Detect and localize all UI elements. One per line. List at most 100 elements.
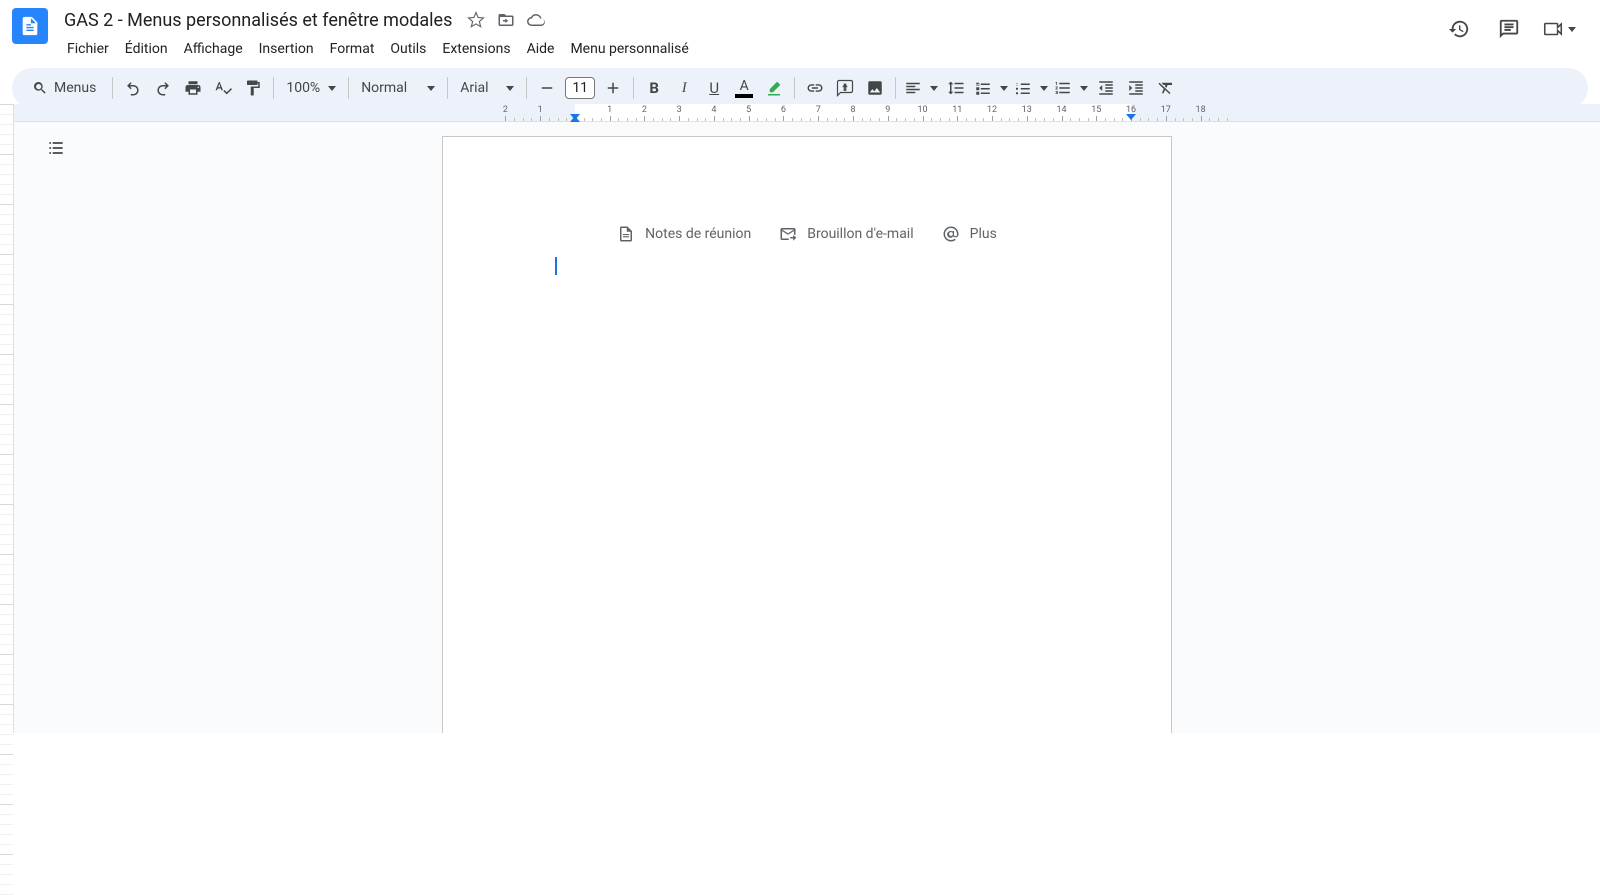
chip-more-label: Plus bbox=[970, 226, 997, 242]
ruler-number: 1 bbox=[538, 105, 543, 115]
line-spacing-icon[interactable] bbox=[942, 74, 970, 102]
title-row: GAS 2 - Menus personnalisés et fenêtre m… bbox=[60, 8, 1588, 32]
document-area[interactable]: 21123456789101112131415161718 Notes de r… bbox=[14, 104, 1600, 733]
menu-insertion[interactable]: Insertion bbox=[252, 36, 321, 62]
chevron-down-icon bbox=[1568, 27, 1576, 32]
video-call-icon[interactable] bbox=[1542, 12, 1576, 46]
search-icon bbox=[32, 80, 48, 96]
ruler-number: 17 bbox=[1161, 105, 1171, 115]
bullet-list-combo[interactable] bbox=[1012, 74, 1050, 102]
menu-fichier[interactable]: Fichier bbox=[60, 36, 116, 62]
redo-icon[interactable] bbox=[149, 74, 177, 102]
indent-right-marker[interactable] bbox=[1126, 114, 1136, 120]
chip-meeting-notes[interactable]: Notes de réunion bbox=[617, 225, 751, 243]
ruler-number: 6 bbox=[781, 105, 786, 115]
horizontal-ruler[interactable]: 21123456789101112131415161718 bbox=[14, 104, 1600, 122]
ruler-number: 10 bbox=[917, 105, 927, 115]
chip-email-draft[interactable]: Brouillon d'e-mail bbox=[779, 225, 913, 243]
menu-outils[interactable]: Outils bbox=[383, 36, 433, 62]
ruler-number: 2 bbox=[503, 105, 508, 115]
comment-icon[interactable] bbox=[1492, 12, 1526, 46]
vertical-ruler bbox=[0, 104, 14, 733]
print-icon[interactable] bbox=[179, 74, 207, 102]
docs-logo[interactable] bbox=[12, 8, 48, 44]
chevron-down-icon bbox=[930, 86, 938, 91]
paint-format-icon[interactable] bbox=[239, 74, 267, 102]
toolbar-search-label: Menus bbox=[54, 80, 96, 96]
font-size-increase[interactable] bbox=[599, 74, 627, 102]
chip-email-draft-label: Brouillon d'e-mail bbox=[807, 226, 913, 242]
separator bbox=[273, 77, 274, 99]
menu-aide[interactable]: Aide bbox=[520, 36, 562, 62]
italic-icon[interactable]: I bbox=[670, 74, 698, 102]
clear-format-icon[interactable] bbox=[1152, 74, 1180, 102]
chip-more[interactable]: Plus bbox=[942, 225, 997, 243]
image-icon[interactable] bbox=[861, 74, 889, 102]
at-mention-icon bbox=[942, 225, 960, 243]
text-color-icon[interactable]: A bbox=[730, 74, 758, 102]
font-size-input[interactable] bbox=[565, 77, 595, 99]
ruler-number: 2 bbox=[642, 105, 647, 115]
header-right-actions bbox=[1442, 12, 1588, 46]
separator bbox=[794, 77, 795, 99]
add-comment-icon[interactable] bbox=[831, 74, 859, 102]
font-combo[interactable]: Arial bbox=[454, 74, 520, 102]
ruler-number: 12 bbox=[987, 105, 997, 115]
bold-icon[interactable]: B bbox=[640, 74, 668, 102]
separator bbox=[348, 77, 349, 99]
chevron-down-icon bbox=[1080, 86, 1088, 91]
chevron-down-icon bbox=[427, 86, 435, 91]
ruler-number: 4 bbox=[711, 105, 716, 115]
separator bbox=[526, 77, 527, 99]
underline-icon[interactable]: U bbox=[700, 74, 728, 102]
ruler-number: 9 bbox=[885, 105, 890, 115]
separator bbox=[112, 77, 113, 99]
undo-icon[interactable] bbox=[119, 74, 147, 102]
font-size-decrease[interactable] bbox=[533, 74, 561, 102]
ruler-number: 7 bbox=[816, 105, 821, 115]
highlight-icon[interactable] bbox=[760, 74, 788, 102]
separator bbox=[447, 77, 448, 99]
font-value: Arial bbox=[460, 80, 488, 96]
align-combo[interactable] bbox=[902, 74, 940, 102]
mail-draft-icon bbox=[779, 225, 797, 243]
ruler-number: 18 bbox=[1196, 105, 1206, 115]
zoom-combo[interactable]: 100% bbox=[280, 74, 342, 102]
cloud-saved-icon[interactable] bbox=[526, 10, 546, 30]
ruler-number: 15 bbox=[1091, 105, 1101, 115]
chip-meeting-notes-label: Notes de réunion bbox=[645, 226, 751, 242]
separator bbox=[895, 77, 896, 99]
chevron-down-icon bbox=[1040, 86, 1048, 91]
checklist-combo[interactable] bbox=[972, 74, 1010, 102]
menubar: Fichier Édition Affichage Insertion Form… bbox=[60, 36, 1588, 62]
history-icon[interactable] bbox=[1442, 12, 1476, 46]
style-value: Normal bbox=[361, 80, 407, 96]
document-outline-icon[interactable] bbox=[40, 132, 72, 164]
page[interactable]: Notes de réunion Brouillon d'e-mail Plus bbox=[442, 136, 1172, 733]
spellcheck-icon[interactable] bbox=[209, 74, 237, 102]
star-icon[interactable] bbox=[466, 10, 486, 30]
move-folder-icon[interactable] bbox=[496, 10, 516, 30]
menu-format[interactable]: Format bbox=[323, 36, 382, 62]
menu-affichage[interactable]: Affichage bbox=[177, 36, 250, 62]
ruler-number: 11 bbox=[952, 105, 962, 115]
toolbar: Menus 100% Normal Arial B I U A bbox=[12, 68, 1588, 108]
chevron-down-icon bbox=[506, 86, 514, 91]
text-cursor bbox=[555, 257, 557, 275]
document-title[interactable]: GAS 2 - Menus personnalisés et fenêtre m… bbox=[60, 8, 456, 33]
menu-extensions[interactable]: Extensions bbox=[435, 36, 517, 62]
indent-decrease-icon[interactable] bbox=[1092, 74, 1120, 102]
style-combo[interactable]: Normal bbox=[355, 74, 441, 102]
toolbar-search[interactable]: Menus bbox=[22, 76, 106, 100]
note-icon bbox=[617, 225, 635, 243]
zoom-value: 100% bbox=[286, 80, 320, 96]
indent-increase-icon[interactable] bbox=[1122, 74, 1150, 102]
numbered-list-combo[interactable] bbox=[1052, 74, 1090, 102]
menu-personnalise[interactable]: Menu personnalisé bbox=[563, 36, 695, 62]
ruler-number: 3 bbox=[677, 105, 682, 115]
toolbar-wrap: Menus 100% Normal Arial B I U A bbox=[0, 62, 1600, 108]
workspace: 21123456789101112131415161718 Notes de r… bbox=[0, 104, 1600, 733]
ruler-number: 5 bbox=[746, 105, 751, 115]
link-icon[interactable] bbox=[801, 74, 829, 102]
menu-edition[interactable]: Édition bbox=[118, 36, 175, 62]
